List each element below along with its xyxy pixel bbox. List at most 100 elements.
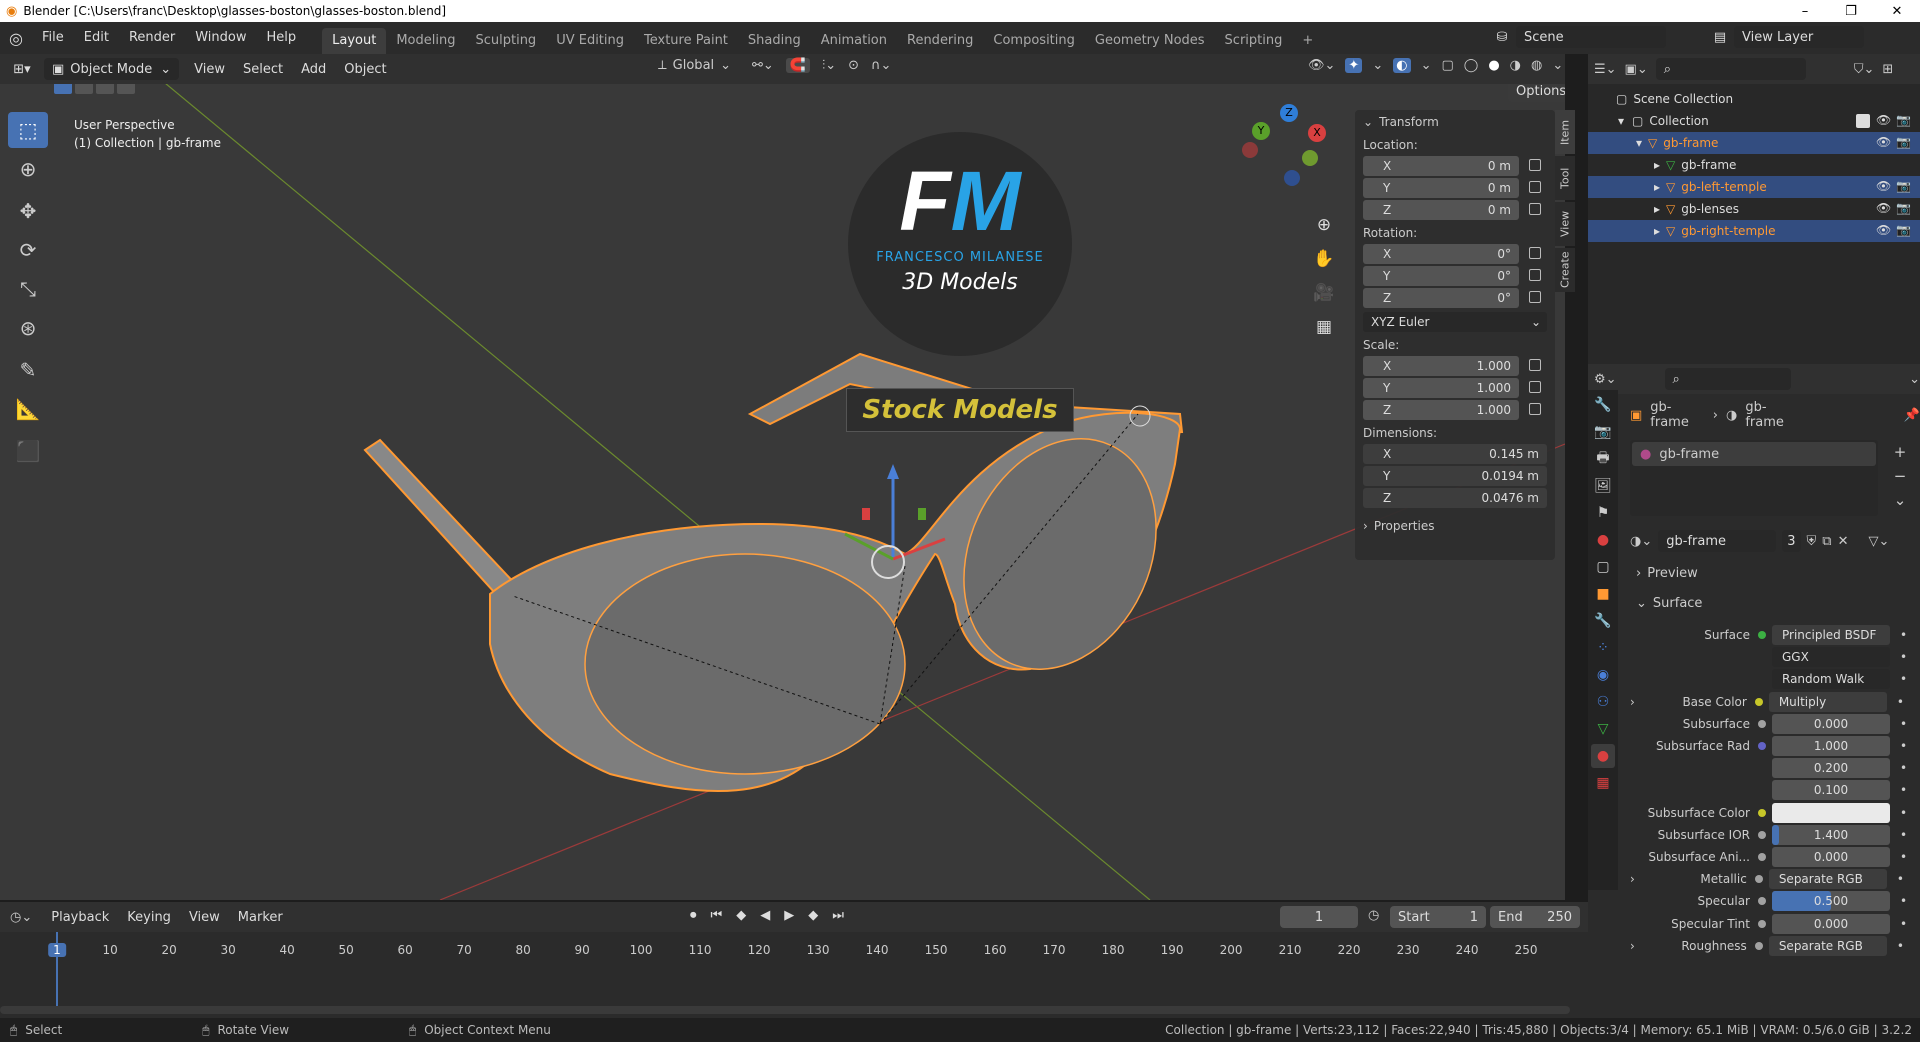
timeline-menu-marker[interactable]: Marker	[229, 910, 292, 925]
viewport-menu-object[interactable]: Object	[335, 62, 395, 77]
modifier-properties-icon[interactable]: 🔧	[1591, 609, 1615, 633]
select-box-tool-icon[interactable]: ⬚	[8, 112, 48, 148]
perspective-grid-icon[interactable]: ▦	[1312, 310, 1336, 344]
property-value-field[interactable]: 1.000	[1772, 736, 1890, 756]
lock-icon[interactable]	[1529, 269, 1541, 281]
chevron-right-icon[interactable]: ▸	[1654, 224, 1660, 238]
socket-icon[interactable]	[1758, 764, 1766, 772]
snap-icon[interactable]: 🧲	[785, 58, 810, 73]
current-frame-field[interactable]: 1	[1280, 906, 1358, 928]
tab-layout[interactable]: Layout	[322, 28, 387, 54]
record-icon[interactable]: ⏺	[690, 908, 697, 923]
tab-sculpting[interactable]: Sculpting	[465, 28, 546, 54]
chevron-right-icon[interactable]: ▾	[1636, 136, 1642, 150]
menu-render[interactable]: Render	[119, 22, 185, 54]
3d-viewport[interactable]: Options⌄ User Perspective (1) Collection…	[0, 84, 1565, 900]
scene-name-field[interactable]: Scene	[1516, 26, 1666, 48]
lock-icon[interactable]	[1529, 381, 1541, 393]
transform-header[interactable]: ⌄ Transform	[1355, 110, 1555, 134]
fake-user-icon[interactable]: ⛨	[1807, 534, 1817, 549]
close-button[interactable]: ✕	[1874, 0, 1920, 22]
gizmo-toggle-icon[interactable]: ✦	[1345, 58, 1363, 73]
next-keyframe-icon[interactable]: ◆	[808, 908, 818, 923]
properties-search-input[interactable]: ⌕	[1664, 368, 1792, 390]
eye-icon[interactable]: 👁	[1876, 223, 1891, 237]
view-layer-icon[interactable]: 🖼	[1591, 474, 1615, 498]
navigation-gizmo[interactable]: Z Y X	[1242, 104, 1330, 186]
object-properties-icon[interactable]: ■	[1591, 582, 1615, 606]
snap-target-icon[interactable]: ⫶⌄	[822, 58, 836, 73]
menu-file[interactable]: File	[32, 22, 74, 54]
tab-rendering[interactable]: Rendering	[897, 28, 983, 54]
keyframe-dot-icon[interactable]: •	[1900, 717, 1907, 731]
duplicate-icon[interactable]: ⧉	[1822, 534, 1831, 549]
collection-row[interactable]: ▾ ▢ Collection 👁 📷	[1588, 110, 1920, 132]
material-shading-icon[interactable]: ◑	[1510, 58, 1521, 73]
user-count[interactable]: 3	[1782, 530, 1801, 552]
property-value-field[interactable]: 0.000	[1772, 713, 1890, 734]
keyframe-dot-icon[interactable]: •	[1900, 628, 1907, 642]
annotate-tool-icon[interactable]: ✎	[8, 352, 48, 388]
scale-x-field[interactable]: X 1.000	[1363, 356, 1541, 376]
transform-orientation[interactable]: ⟂ Global ⌄	[658, 58, 731, 73]
prev-keyframe-icon[interactable]: ◆	[736, 908, 746, 923]
socket-icon[interactable]	[1758, 742, 1766, 750]
menu-window[interactable]: Window	[185, 22, 256, 54]
overlay-toggle-icon[interactable]: ◐	[1393, 58, 1411, 73]
gizmo-neg-z-handle[interactable]	[1284, 170, 1300, 186]
cursor-tool-icon[interactable]: ⊕	[8, 151, 48, 187]
maximize-button[interactable]: ❐	[1828, 0, 1874, 22]
material-slot-row[interactable]: ● gb-frame	[1632, 442, 1876, 466]
socket-icon[interactable]	[1754, 941, 1763, 950]
gizmo-z-handle[interactable]: Z	[1280, 104, 1298, 122]
render-properties-icon[interactable]: 📷	[1591, 420, 1615, 444]
outliner-editor-icon[interactable]: ☰⌄	[1594, 62, 1617, 77]
move-tool-icon[interactable]: ✥	[8, 193, 48, 229]
scene-properties-icon[interactable]: ⚑	[1591, 501, 1615, 525]
rotation-y-field[interactable]: Y 0°	[1363, 266, 1541, 286]
dimension-x-field[interactable]: X 0.145 m	[1363, 444, 1547, 464]
tab-animation[interactable]: Animation	[811, 28, 897, 54]
view-layer-field[interactable]: View Layer	[1734, 26, 1864, 48]
particles-icon[interactable]: ⁘	[1591, 636, 1615, 660]
keyframe-dot-icon[interactable]: •	[1897, 872, 1904, 886]
editor-type-icon[interactable]: ⊞▾	[0, 62, 44, 77]
gizmo-y-handle[interactable]: Y	[1252, 122, 1270, 140]
output-properties-icon[interactable]: 🖶	[1591, 447, 1615, 471]
lock-icon[interactable]	[1529, 159, 1541, 171]
chevron-down-icon[interactable]: ⌄	[1552, 58, 1563, 73]
chevron-right-icon[interactable]: ▸	[1654, 158, 1660, 172]
clock-icon[interactable]: ◷	[1368, 908, 1379, 923]
link-icon[interactable]: ▽⌄	[1869, 534, 1890, 549]
jump-start-icon[interactable]: ⏮	[711, 908, 723, 923]
camera-icon[interactable]: 📷	[1896, 223, 1911, 237]
keyframe-dot-icon[interactable]: •	[1900, 761, 1907, 775]
tool-settings-icon[interactable]: 🔧	[1591, 393, 1615, 417]
solid-shading-icon[interactable]: ●	[1488, 58, 1499, 73]
property-value-field[interactable]: 0.500	[1772, 891, 1890, 912]
eye-icon[interactable]: 👁	[1876, 179, 1891, 193]
socket-icon[interactable]	[1754, 875, 1763, 884]
keyframe-dot-icon[interactable]: •	[1900, 783, 1907, 797]
outliner-item[interactable]: ▾ ▽ gb-frame 👁 📷	[1588, 132, 1920, 154]
falloff-icon[interactable]: ∩⌄	[871, 58, 891, 73]
property-value-field[interactable]: 0.000	[1772, 847, 1890, 867]
pan-hand-icon[interactable]: ✋	[1312, 242, 1336, 276]
blender-menu-icon[interactable]: ◎	[0, 29, 32, 48]
play-reverse-icon[interactable]: ◀	[760, 908, 770, 923]
add-cube-tool-icon[interactable]: ⬛	[8, 433, 48, 469]
physics-icon[interactable]: ◉	[1591, 663, 1615, 687]
eye-icon[interactable]: 👁	[1876, 201, 1891, 215]
minimize-button[interactable]: –	[1782, 0, 1828, 22]
pin-icon[interactable]: 📌	[1904, 408, 1920, 423]
tab-texture-paint[interactable]: Texture Paint	[634, 28, 738, 54]
property-value-field[interactable]: GGX	[1772, 647, 1890, 668]
viewport-menu-select[interactable]: Select	[234, 62, 292, 77]
texture-properties-icon[interactable]: ▦	[1591, 771, 1615, 795]
property-value-field[interactable]: Principled BSDF	[1772, 625, 1890, 645]
timeline-scrollbar[interactable]	[0, 1006, 1570, 1014]
play-icon[interactable]: ▶	[784, 908, 794, 923]
xray-icon[interactable]: ▢	[1441, 58, 1453, 73]
preview-panel-header[interactable]: › Preview	[1636, 566, 1698, 581]
timeline-menu-playback[interactable]: Playback	[42, 910, 118, 925]
